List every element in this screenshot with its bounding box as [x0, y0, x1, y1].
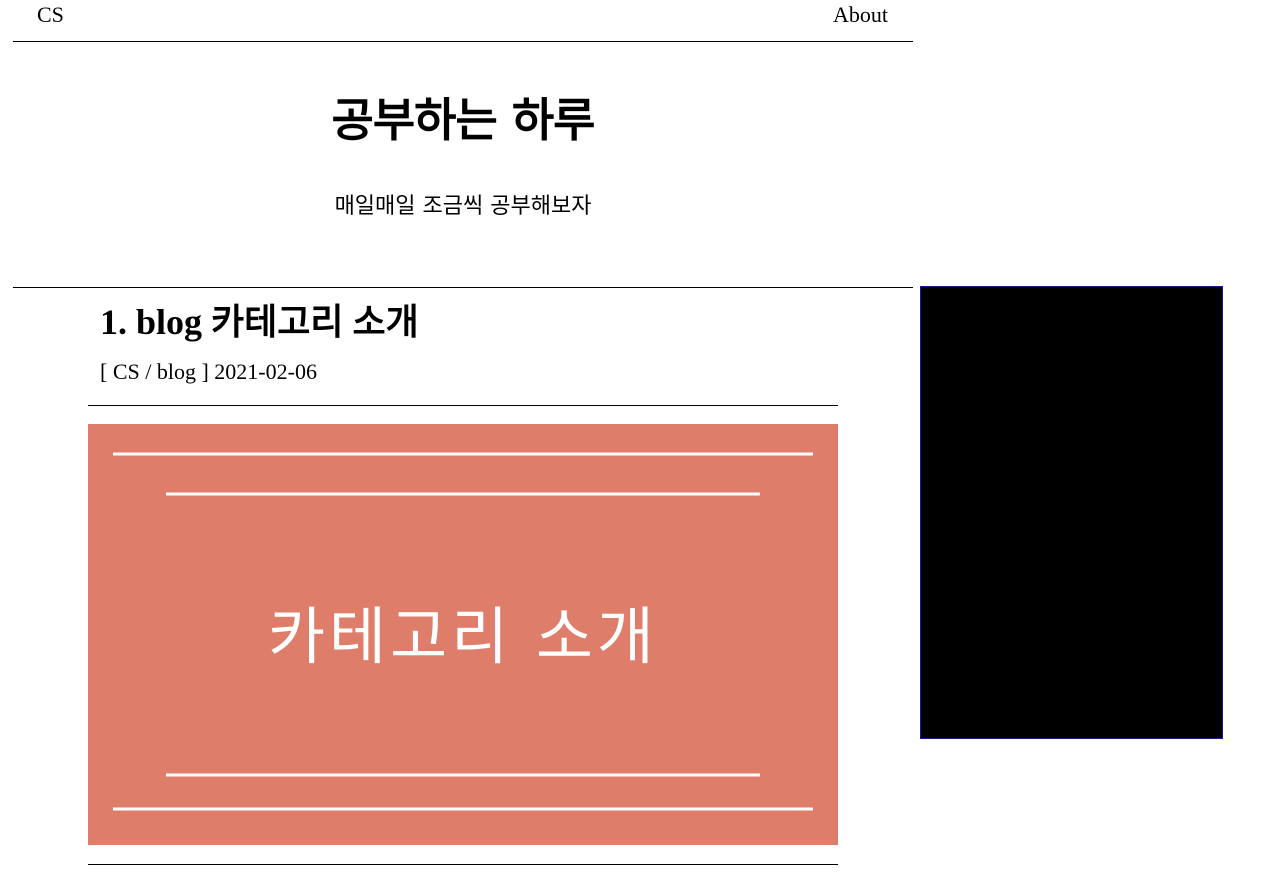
top-nav: CS About — [13, 0, 913, 42]
thumbnail-text: 카테고리 소개 — [268, 600, 658, 673]
divider — [88, 864, 838, 865]
post-meta: [ CS / blog ] 2021-02-06 — [100, 359, 317, 384]
site-header: 공부하는 하루 매일매일 조금씩 공부해보자 — [13, 42, 913, 288]
nav-link-cs[interactable]: CS — [37, 2, 64, 28]
post-title[interactable]: 1. blog 카테고리 소개 — [100, 300, 419, 344]
sidebar-ad[interactable] — [920, 286, 1223, 739]
nav-link-about[interactable]: About — [833, 2, 888, 28]
divider — [88, 405, 838, 406]
site-subtitle: 매일매일 조금씩 공부해보자 — [334, 194, 592, 219]
site-title[interactable]: 공부하는 하루 — [13, 92, 913, 148]
thumbnail-graphic: 카테고리 소개 — [88, 424, 838, 845]
post-thumbnail[interactable]: 카테고리 소개 — [88, 424, 838, 845]
